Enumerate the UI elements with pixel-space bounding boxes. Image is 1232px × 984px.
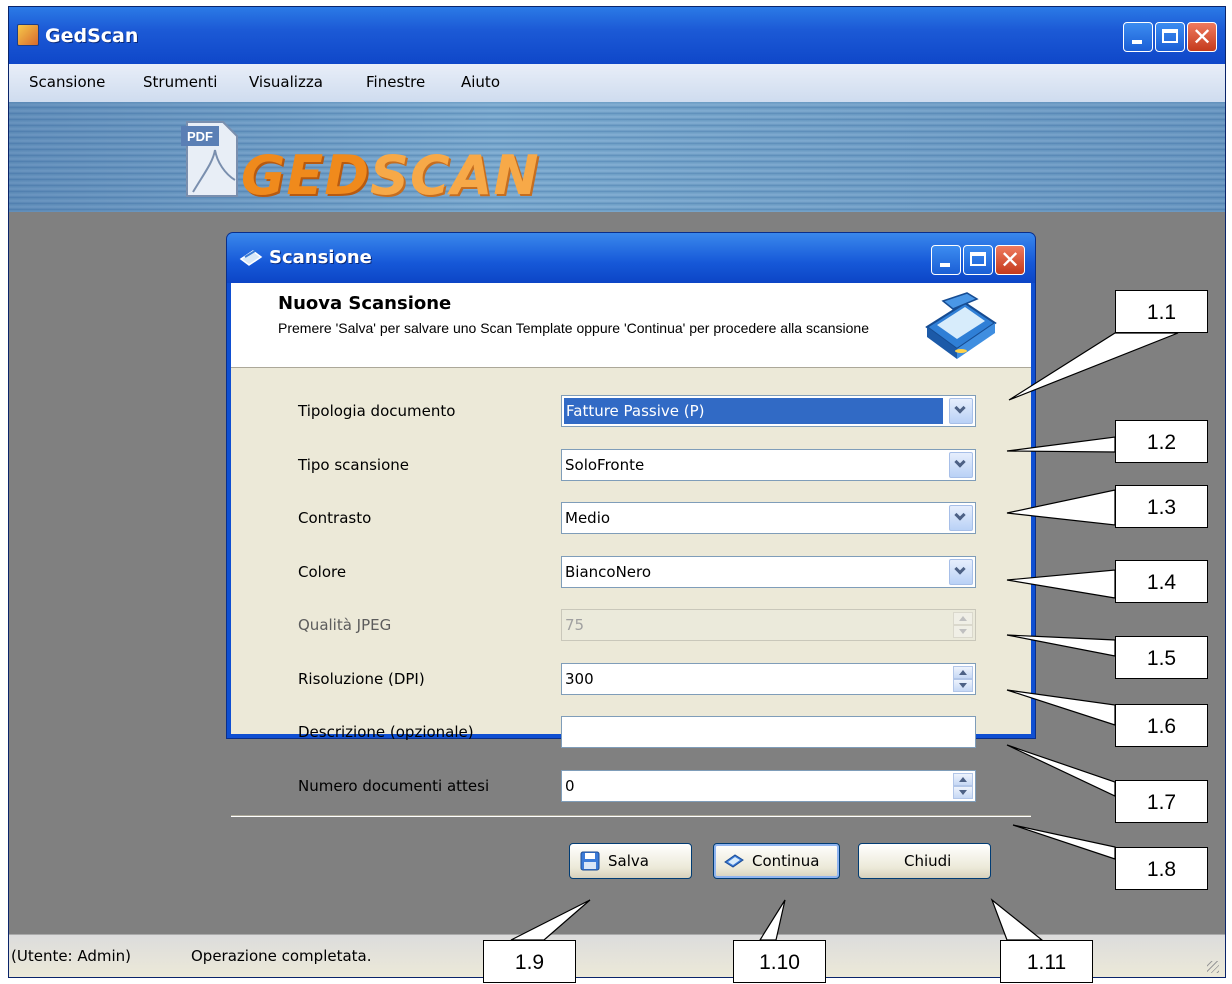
menubar: Scansione Strumenti Visualizza Finestre … (9, 64, 1225, 102)
label-colore: Colore (298, 563, 347, 581)
chevron-down-icon[interactable] (949, 452, 973, 478)
menu-aiuto[interactable]: Aiuto (461, 73, 500, 91)
footer-separator (231, 815, 1031, 817)
scanner-small-icon (724, 854, 744, 868)
status-message: Operazione completata. (191, 947, 372, 965)
tipo-scansione-value: SoloFronte (565, 456, 645, 474)
salva-label: Salva (608, 852, 649, 870)
minimize-button[interactable] (1123, 22, 1153, 52)
continua-label: Continua (752, 852, 820, 870)
chiudi-label: Chiudi (904, 852, 952, 870)
continua-button[interactable]: Continua (713, 843, 840, 879)
risoluzione-value: 300 (565, 670, 594, 688)
label-descrizione: Descrizione (opzionale) (298, 723, 474, 741)
resize-grip[interactable] (1207, 961, 1219, 973)
chevron-down-icon[interactable] (949, 505, 973, 531)
tipologia-dropdown[interactable]: Fatture Passive (P) (561, 395, 976, 427)
callout-1-5: 1.5 (1115, 636, 1208, 679)
close-icon: ✕ (1191, 23, 1213, 51)
close-window-button[interactable]: ✕ (1187, 22, 1217, 52)
contrasto-value: Medio (565, 509, 611, 527)
svg-text:PDF: PDF (187, 129, 213, 144)
callout-1-3: 1.3 (1115, 485, 1208, 528)
dialog-close-button[interactable]: ✕ (995, 245, 1025, 275)
scansione-dialog: Scansione ✕ Nuova Scansione Premere 'Sal… (227, 233, 1035, 879)
label-contrasto: Contrasto (298, 509, 372, 527)
minimize-icon (940, 263, 950, 267)
salva-button[interactable]: Salva (569, 843, 692, 879)
callout-1-11: 1.11 (1000, 940, 1093, 983)
scanner-small-icon (239, 250, 263, 266)
tipo-scansione-dropdown[interactable]: SoloFronte (561, 449, 976, 481)
spinner-arrows-icon[interactable] (953, 773, 973, 799)
spinner-arrows-icon (953, 612, 973, 638)
callout-1-7: 1.7 (1115, 780, 1208, 823)
window-title: GedScan (45, 25, 139, 47)
dialog-header: Nuova Scansione Premere 'Salva' per salv… (231, 283, 1031, 368)
header-description: Premere 'Salva' per salvare uno Scan Tem… (278, 320, 870, 336)
menu-strumenti[interactable]: Strumenti (143, 73, 217, 91)
tipologia-value: Fatture Passive (P) (564, 398, 943, 424)
dialog-title: Scansione (269, 247, 372, 268)
chevron-down-icon[interactable] (949, 559, 973, 585)
label-tipologia: Tipologia documento (298, 402, 456, 420)
colore-dropdown[interactable]: BiancoNero (561, 556, 976, 588)
status-user: (Utente: Admin) (11, 947, 132, 965)
main-titlebar[interactable]: GedScan ✕ (9, 7, 1225, 64)
callout-1-2: 1.2 (1115, 420, 1208, 463)
header-title: Nuova Scansione (278, 293, 452, 314)
app-icon (17, 24, 39, 46)
maximize-icon (970, 252, 986, 266)
callout-1-9: 1.9 (483, 940, 576, 983)
minimize-icon (1132, 40, 1142, 44)
dialog-body: Nuova Scansione Premere 'Salva' per salv… (231, 283, 1031, 879)
callout-1-6: 1.6 (1115, 704, 1208, 747)
callout-1-4: 1.4 (1115, 560, 1208, 603)
colore-value: BiancoNero (565, 563, 652, 581)
menu-finestre[interactable]: Finestre (366, 73, 425, 91)
callout-1-10: 1.10 (733, 940, 826, 983)
dialog-maximize-button[interactable] (963, 245, 993, 275)
chiudi-button[interactable]: Chiudi (858, 843, 991, 879)
callout-1-1: 1.1 (1115, 290, 1208, 333)
close-icon: ✕ (999, 246, 1021, 274)
scanner-icon (925, 292, 997, 359)
menu-visualizza[interactable]: Visualizza (249, 73, 323, 91)
contrasto-dropdown[interactable]: Medio (561, 502, 976, 534)
qualita-jpeg-value: 75 (565, 616, 585, 634)
chevron-down-icon[interactable] (949, 398, 973, 424)
numero-documenti-spinner[interactable]: 0 (561, 770, 976, 802)
label-tipo-scansione: Tipo scansione (298, 456, 409, 474)
dialog-minimize-button[interactable] (931, 245, 961, 275)
save-floppy-icon (580, 851, 600, 871)
callout-1-8: 1.8 (1115, 847, 1208, 890)
spinner-arrows-icon[interactable] (953, 666, 973, 692)
risoluzione-spinner[interactable]: 300 (561, 663, 976, 695)
qualita-jpeg-spinner: 75 (561, 609, 976, 641)
label-qualita-jpeg: Qualità JPEG (298, 616, 392, 634)
gedscan-banner: PDF GEDSCAN (9, 102, 1225, 212)
numero-documenti-value: 0 (565, 777, 575, 795)
menu-scansione[interactable]: Scansione (29, 73, 105, 91)
gedscan-logo: GEDSCAN (241, 144, 540, 207)
maximize-icon (1162, 29, 1178, 43)
descrizione-input[interactable] (561, 716, 976, 748)
maximize-button[interactable] (1155, 22, 1185, 52)
dialog-titlebar[interactable]: Scansione ✕ (227, 233, 1035, 283)
pdf-logo-icon: PDF (181, 121, 238, 197)
label-numero-documenti: Numero documenti attesi (298, 777, 490, 795)
label-risoluzione: Risoluzione (DPI) (298, 670, 425, 688)
